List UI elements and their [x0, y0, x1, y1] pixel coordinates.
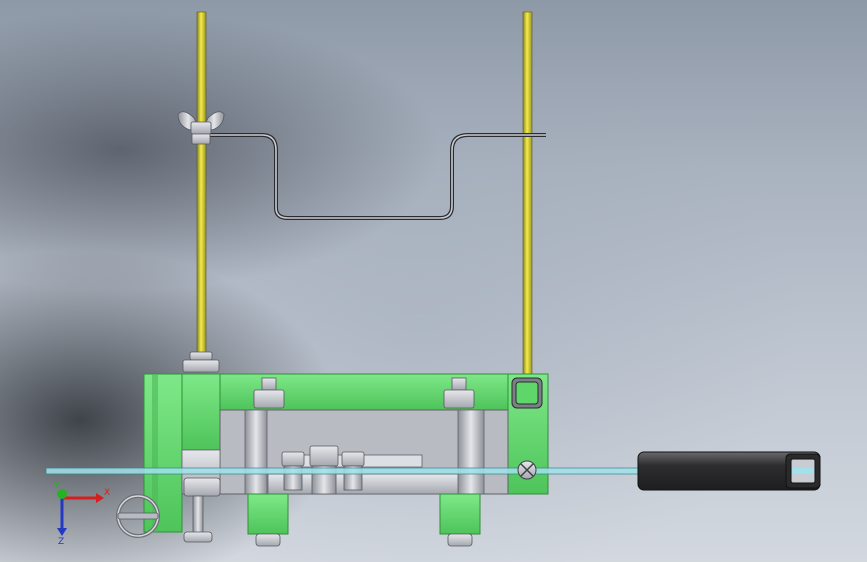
rod-left[interactable]	[196, 11, 207, 363]
assembly-model[interactable]	[0, 0, 867, 562]
left-vertical-bolt[interactable]	[183, 477, 221, 543]
3d-model-viewport[interactable]: X Y Z	[0, 0, 867, 562]
side-screw[interactable]	[517, 460, 537, 480]
handle-tube[interactable]	[637, 451, 821, 491]
foot-left[interactable]	[247, 493, 289, 547]
coordinate-triad-icon: X Y Z	[53, 481, 110, 544]
axis-z-label: Z	[58, 537, 64, 544]
rotate-view-icon[interactable]	[110, 488, 166, 544]
axis-y-label: Y	[53, 481, 60, 491]
bent-wire[interactable]	[210, 133, 546, 220]
rod-base-nut[interactable]	[182, 351, 220, 373]
rod-right[interactable]	[522, 11, 533, 395]
foot-right[interactable]	[439, 493, 481, 547]
